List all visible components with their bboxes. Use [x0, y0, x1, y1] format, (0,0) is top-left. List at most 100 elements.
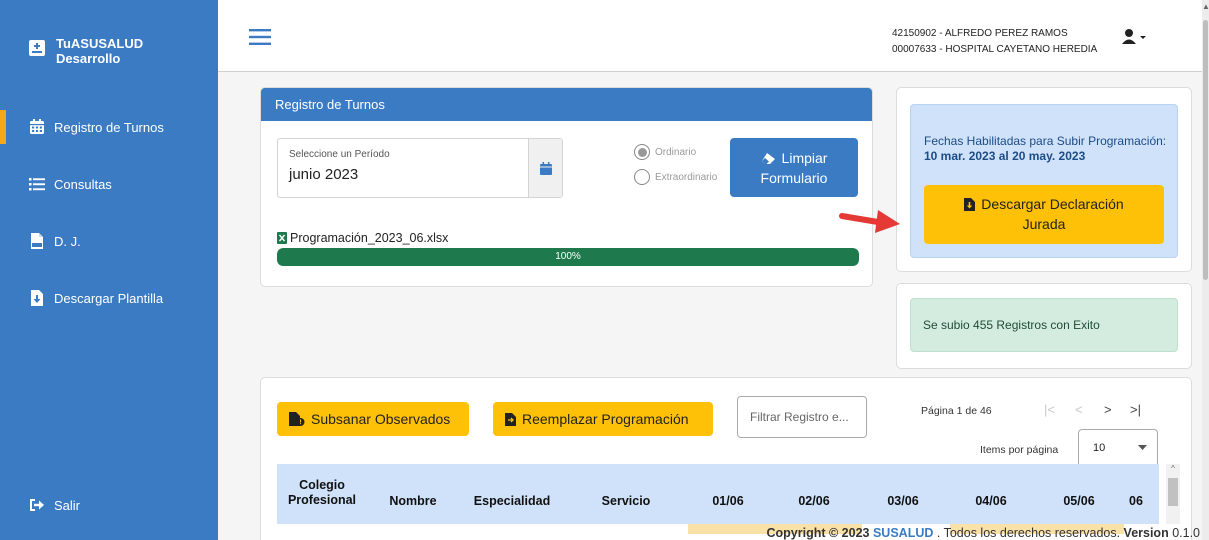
column-header-servicio[interactable]: Servicio	[587, 494, 665, 509]
hamburger-menu-icon[interactable]	[249, 28, 271, 46]
page-scroll-thumb[interactable]	[1203, 20, 1208, 280]
sign-out-icon	[30, 499, 44, 511]
sidebar-item-dj[interactable]: D. J.	[0, 224, 218, 258]
footer-version: 0.1.0	[1168, 526, 1200, 540]
file-warning-icon	[289, 412, 305, 426]
footer-version-label: Version	[1123, 526, 1169, 540]
subsanar-label: Subsanar Observados	[311, 411, 451, 427]
sidebar-item-label: D. J.	[54, 233, 81, 249]
column-header-0506[interactable]: 05/06	[1051, 494, 1107, 509]
chevron-down-icon	[1138, 445, 1147, 450]
table-header: Colegio Profesional Nombre Especialidad …	[277, 464, 1159, 524]
clear-form-label-1: Limpiar	[781, 150, 828, 166]
column-header-especialidad[interactable]: Especialidad	[462, 494, 562, 509]
user-info: 42150902 - ALFREDO PEREZ RAMOS 00007633 …	[892, 26, 1097, 58]
fechas-text: Fechas Habilitadas para Subir Programaci…	[924, 134, 1169, 164]
sidebar-item-consultas[interactable]: Consultas	[0, 167, 218, 201]
footer-rights: . Todos los derechos reservados.	[933, 526, 1124, 540]
period-picker[interactable]: Seleccione un Período junio 2023	[277, 138, 563, 198]
file-download-icon	[31, 290, 43, 306]
column-header-0306[interactable]: 03/06	[875, 494, 931, 509]
reemplazar-programacion-button[interactable]: Reemplazar Programación	[493, 402, 713, 436]
column-header-0106[interactable]: 01/06	[700, 494, 756, 509]
column-header-0606[interactable]: 06	[1129, 494, 1159, 509]
reemplazar-label: Reemplazar Programación	[522, 411, 689, 427]
brand[interactable]: TuASUSALUD Desarrollo	[28, 36, 143, 66]
list-icon	[29, 178, 45, 191]
user-name: 42150902 - ALFREDO PEREZ RAMOS	[892, 28, 1068, 39]
column-header-0206[interactable]: 02/06	[786, 494, 842, 509]
logout-label: Salir	[54, 497, 81, 513]
previous-page-icon[interactable]: <	[1075, 402, 1083, 417]
user-dropdown-icon[interactable]	[1121, 28, 1149, 46]
card-title: Registro de Turnos	[261, 88, 872, 121]
column-header-colegio[interactable]: Colegio Profesional	[279, 478, 365, 508]
period-value: junio 2023	[289, 166, 359, 183]
calendar-icon	[539, 161, 552, 175]
subsanar-observados-button[interactable]: Subsanar Observados	[277, 402, 469, 436]
sidebar-item-descargar-plantilla[interactable]: Descargar Plantilla	[0, 281, 218, 315]
radio-label: Ordinario	[655, 146, 697, 158]
radio-extraordinario[interactable]: Extraordinario	[634, 169, 717, 185]
file-download-icon	[964, 197, 976, 211]
first-page-icon[interactable]: |<	[1044, 402, 1055, 417]
sidebar-item-registro-de-turnos[interactable]: Registro de Turnos	[0, 110, 218, 144]
radio-label: Extraordinario	[655, 171, 718, 183]
calendar-icon	[30, 119, 44, 134]
table-scroll-thumb[interactable]	[1168, 478, 1178, 506]
download-declaracion-jurada-button[interactable]: Descargar Declaración Jurada	[924, 185, 1164, 244]
period-label: Seleccione un Período	[289, 149, 390, 160]
page-label: Página 1 de 46	[921, 405, 992, 417]
registro-card: Registro de Turnos Seleccione un Período…	[260, 87, 873, 287]
uploaded-file: Programación_2023_06.xlsx	[277, 231, 448, 245]
download-dj-label-1: Descargar Declaración	[981, 196, 1124, 212]
items-per-page-select[interactable]: 10	[1078, 429, 1158, 467]
file-name: Programación_2023_06.xlsx	[290, 231, 449, 245]
table-scrollbar[interactable]: ^	[1166, 464, 1180, 524]
radio-circle	[634, 144, 650, 160]
red-arrow-annotation-icon	[839, 210, 900, 233]
logout-button[interactable]: Salir	[0, 488, 218, 522]
scroll-up-icon[interactable]: ▲	[1202, 2, 1209, 11]
topbar: 42150902 - ALFREDO PEREZ RAMOS 00007633 …	[218, 0, 1202, 72]
excel-file-icon	[277, 232, 287, 244]
fechas-dates: 10 mar. 2023 al 20 may. 2023	[924, 149, 1086, 163]
eraser-icon	[761, 152, 775, 164]
clear-form-label-2: Formulario	[760, 170, 828, 186]
fechas-prefix: Fechas Habilitadas para Subir Programaci…	[924, 134, 1167, 148]
footer-brand-link[interactable]: SUSALUD	[873, 526, 933, 540]
footer-copyright: Copyright © 2023	[766, 526, 873, 540]
file-replace-icon	[505, 412, 516, 426]
sidebar-item-label: Consultas	[54, 176, 112, 192]
clear-form-button[interactable]: Limpiar Formulario	[730, 138, 858, 197]
last-page-icon[interactable]: >|	[1130, 402, 1141, 417]
column-header-line: Profesional	[287, 493, 357, 507]
pdf-file-icon	[31, 233, 43, 249]
sidebar-item-label: Descargar Plantilla	[54, 290, 164, 306]
radio-circle	[634, 169, 650, 185]
items-per-page-label: Items por página	[980, 444, 1059, 456]
filter-input[interactable]: Filtrar Registro e...	[737, 396, 867, 438]
sidebar: TuASUSALUD Desarrollo Registro de Turnos…	[0, 0, 218, 540]
success-alert: Se subio 455 Registros con Exito	[910, 298, 1178, 352]
calendar-button[interactable]	[528, 139, 562, 197]
progress-fill: 100%	[277, 248, 859, 266]
footer: Copyright © 2023 SUSALUD . Todos los der…	[218, 526, 1202, 540]
fechas-card: Fechas Habilitadas para Subir Programaci…	[896, 87, 1192, 272]
table-card: Subsanar Observados Reemplazar Programac…	[260, 377, 1192, 540]
upload-progress: 100%	[277, 248, 859, 266]
radio-ordinario[interactable]: Ordinario	[634, 144, 696, 160]
next-page-icon[interactable]: >	[1104, 402, 1112, 417]
download-dj-label-2: Jurada	[1022, 216, 1066, 232]
column-header-nombre[interactable]: Nombre	[381, 494, 445, 509]
user-institution: 00007633 - HOSPITAL CAYETANO HEREDIA	[892, 44, 1098, 55]
success-card: Se subio 455 Registros con Exito	[896, 283, 1192, 369]
items-per-page-value: 10	[1093, 442, 1106, 454]
brand-title: TuASUSALUD	[56, 36, 144, 51]
column-header-0406[interactable]: 04/06	[963, 494, 1019, 509]
table-scroll-up-icon[interactable]: ^	[1166, 464, 1180, 474]
brand-subtitle: Desarrollo	[56, 51, 121, 66]
sidebar-item-label: Registro de Turnos	[54, 119, 164, 135]
column-header-line: Colegio	[299, 478, 345, 492]
fechas-alert: Fechas Habilitadas para Subir Programaci…	[910, 104, 1178, 258]
